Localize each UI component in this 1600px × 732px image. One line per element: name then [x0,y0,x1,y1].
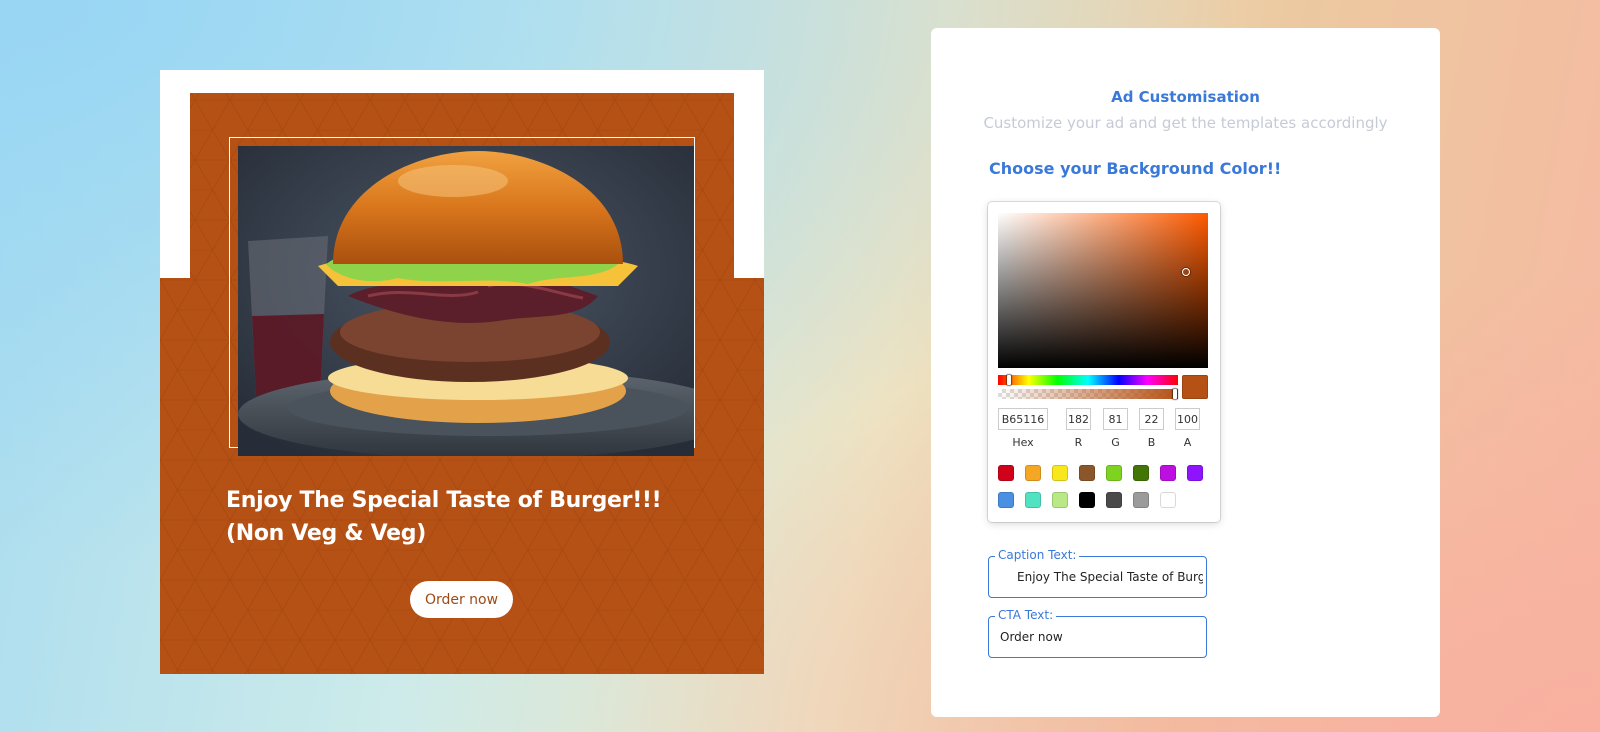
red-input[interactable] [1066,408,1091,430]
preset-color-swatch[interactable] [1106,492,1122,508]
preset-color-swatch[interactable] [998,465,1014,481]
burger-image [238,146,694,456]
preset-color-swatch[interactable] [1052,492,1068,508]
ad-caption: Enjoy The Special Taste of Burger!!! (Non… [226,488,662,546]
preset-color-swatch[interactable] [1133,492,1149,508]
preset-color-swatch[interactable] [1079,465,1095,481]
background-color-heading: Choose your Background Color!! [989,159,1282,178]
preset-color-swatch[interactable] [1160,492,1176,508]
preset-color-swatch[interactable] [1106,465,1122,481]
order-now-button[interactable]: Order now [410,581,513,618]
customisation-panel: Ad Customisation Customize your ad and g… [931,28,1440,717]
panel-title: Ad Customisation [1111,88,1260,106]
cta-text-input[interactable] [1000,617,1200,657]
preset-color-swatch[interactable] [1133,465,1149,481]
ad-preview: Enjoy The Special Taste of Burger!!! (Non… [160,70,764,674]
alpha-handle[interactable] [1173,389,1177,399]
alpha-input[interactable] [1175,408,1200,430]
red-label: R [1074,436,1083,449]
burger-photo [238,146,694,456]
panel-subtitle: Customize your ad and get the templates … [983,114,1388,132]
blue-label: B [1147,436,1156,449]
color-picker: Hex R G B A [988,202,1220,522]
preset-color-swatch[interactable] [1160,465,1176,481]
green-label: G [1111,436,1120,449]
hex-input[interactable] [998,408,1048,430]
preset-color-swatch[interactable] [1187,465,1203,481]
preset-color-swatch[interactable] [1079,492,1095,508]
current-color-preview [1182,375,1208,399]
preset-color-swatch[interactable] [1025,465,1041,481]
preset-color-swatch[interactable] [1052,465,1068,481]
blue-input[interactable] [1139,408,1164,430]
saturation-pointer[interactable] [1182,268,1190,276]
hex-label: Hex [1012,436,1034,449]
cta-text-field: CTA Text: [988,608,1207,658]
saturation-area[interactable] [998,213,1208,368]
hue-slider[interactable] [998,375,1178,385]
caption-text-field: Caption Text: [988,548,1207,598]
alpha-label: A [1183,436,1192,449]
alpha-slider[interactable] [998,389,1178,399]
caption-text-input[interactable] [1017,557,1203,597]
hue-handle[interactable] [1007,375,1011,385]
green-input[interactable] [1103,408,1128,430]
preset-color-swatch[interactable] [1025,492,1041,508]
preset-color-swatch[interactable] [998,492,1014,508]
